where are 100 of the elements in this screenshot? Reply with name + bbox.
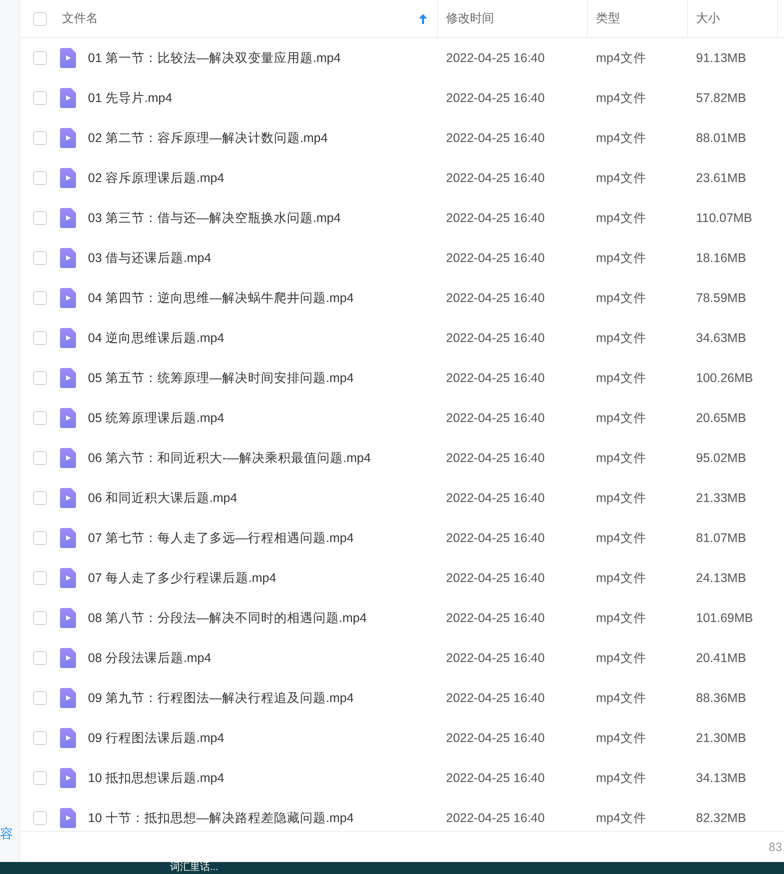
row-checkbox[interactable]: [33, 811, 47, 825]
file-size: 110.07MB: [696, 211, 752, 225]
video-file-icon: [60, 768, 76, 788]
modified-time: 2022-04-25 16:40: [446, 451, 545, 465]
file-type: mp4文件: [596, 690, 646, 706]
row-checkbox[interactable]: [33, 371, 47, 385]
video-file-icon: [60, 128, 76, 148]
file-type: mp4文件: [596, 250, 646, 266]
row-checkbox[interactable]: [33, 691, 47, 705]
file-name[interactable]: 03 第三节：借与还—解决空瓶换水问题.mp4: [88, 210, 341, 226]
row-checkbox[interactable]: [33, 331, 47, 345]
modified-time: 2022-04-25 16:40: [446, 51, 545, 65]
file-type: mp4文件: [596, 210, 646, 226]
file-name[interactable]: 01 第一节：比较法—解决双变量应用题.mp4: [88, 50, 341, 66]
modified-time: 2022-04-25 16:40: [446, 411, 545, 425]
video-file-icon: [60, 808, 76, 828]
modified-time: 2022-04-25 16:40: [446, 531, 545, 545]
file-name[interactable]: 09 第九节：行程图法—解决行程追及问题.mp4: [88, 690, 354, 706]
file-type: mp4文件: [596, 650, 646, 666]
video-file-icon: [60, 688, 76, 708]
video-file-icon: [60, 608, 76, 628]
row-checkbox[interactable]: [33, 251, 47, 265]
file-size: 88.36MB: [696, 691, 746, 705]
file-size: 21.30MB: [696, 731, 746, 745]
row-checkbox[interactable]: [33, 731, 47, 745]
row-checkbox[interactable]: [33, 611, 47, 625]
file-name[interactable]: 07 第七节：每人走了多远—行程相遇问题.mp4: [88, 530, 354, 546]
row-checkbox[interactable]: [33, 211, 47, 225]
column-header[interactable]: 大小: [696, 10, 777, 27]
file-name[interactable]: 02 第二节：容斥原理—解决计数问题.mp4: [88, 130, 328, 146]
row-checkbox[interactable]: [33, 651, 47, 665]
file-size: 34.13MB: [696, 771, 746, 785]
modified-time: 2022-04-25 16:40: [446, 211, 545, 225]
modified-time: 2022-04-25 16:40: [446, 771, 545, 785]
video-file-icon: [60, 208, 76, 228]
column-header[interactable]: 修改时间: [446, 10, 587, 27]
row-checkbox[interactable]: [33, 51, 47, 65]
file-name[interactable]: 02 容斥原理课后题.mp4: [88, 170, 224, 186]
row-checkbox[interactable]: [33, 531, 47, 545]
file-type: mp4文件: [596, 610, 646, 626]
file-size: 101.69MB: [696, 611, 753, 625]
file-type: mp4文件: [596, 730, 646, 746]
modified-time: 2022-04-25 16:40: [446, 91, 545, 105]
file-size: 34.63MB: [696, 331, 746, 345]
file-name[interactable]: 08 第八节：分段法—解决不同时的相遇问题.mp4: [88, 610, 367, 626]
file-name[interactable]: 06 第六节：和同近积大-—解决乘积最值问题.mp4: [88, 450, 371, 466]
modified-time: 2022-04-25 16:40: [446, 371, 545, 385]
modified-time: 2022-04-25 16:40: [446, 651, 545, 665]
video-file-icon: [60, 48, 76, 68]
column-header[interactable]: 类型: [596, 10, 687, 27]
file-type: mp4文件: [596, 370, 646, 386]
file-name[interactable]: 04 逆向思维课后题.mp4: [88, 330, 224, 346]
file-type: mp4文件: [596, 170, 646, 186]
file-name[interactable]: 06 和同近积大课后题.mp4: [88, 490, 238, 506]
row-checkbox[interactable]: [33, 451, 47, 465]
file-size: 88.01MB: [696, 131, 746, 145]
file-size: 95.02MB: [696, 451, 746, 465]
video-file-icon: [60, 728, 76, 748]
file-name[interactable]: 05 统筹原理课后题.mp4: [88, 410, 224, 426]
file-name[interactable]: 04 第四节：逆向思维—解决蜗牛爬井问题.mp4: [88, 290, 354, 306]
video-file-icon: [60, 488, 76, 508]
file-name[interactable]: 03 借与还课后题.mp4: [88, 250, 212, 266]
file-size: 57.82MB: [696, 91, 746, 105]
modified-time: 2022-04-25 16:40: [446, 331, 545, 345]
file-name[interactable]: 05 第五节：统筹原理—解决时间安排问题.mp4: [88, 370, 354, 386]
file-name[interactable]: 10 抵扣思想课后题.mp4: [88, 770, 224, 786]
row-checkbox[interactable]: [33, 131, 47, 145]
file-size: 18.16MB: [696, 251, 746, 265]
file-size: 82.32MB: [696, 811, 746, 825]
select-all-checkbox[interactable]: [33, 12, 47, 26]
file-name[interactable]: 01 先导片.mp4: [88, 90, 172, 106]
video-file-icon: [60, 408, 76, 428]
file-type: mp4文件: [596, 90, 646, 106]
modified-time: 2022-04-25 16:40: [446, 571, 545, 585]
file-name[interactable]: 08 分段法课后题.mp4: [88, 650, 212, 666]
column-header[interactable]: 文件名: [62, 10, 419, 27]
row-checkbox[interactable]: [33, 171, 47, 185]
row-checkbox[interactable]: [33, 91, 47, 105]
file-type: mp4文件: [596, 490, 646, 506]
file-type: mp4文件: [596, 50, 646, 66]
video-file-icon: [60, 288, 76, 308]
row-checkbox[interactable]: [33, 571, 47, 585]
file-size: 20.41MB: [696, 651, 746, 665]
file-type: mp4文件: [596, 810, 646, 826]
row-checkbox[interactable]: [33, 291, 47, 305]
file-name[interactable]: 07 每人走了多少行程课后题.mp4: [88, 570, 276, 586]
taskbar-text: 词汇里话...: [170, 862, 218, 874]
video-file-icon: [60, 248, 76, 268]
file-type: mp4文件: [596, 530, 646, 546]
file-size: 100.26MB: [696, 371, 753, 385]
row-checkbox[interactable]: [33, 771, 47, 785]
modified-time: 2022-04-25 16:40: [446, 251, 545, 265]
row-checkbox[interactable]: [33, 411, 47, 425]
row-checkbox[interactable]: [33, 491, 47, 505]
file-size: 91.13MB: [696, 51, 746, 65]
file-type: mp4文件: [596, 570, 646, 586]
file-name[interactable]: 10 十节：抵扣思想—解决路程差隐藏问题.mp4: [88, 810, 354, 826]
file-name[interactable]: 09 行程图法课后题.mp4: [88, 730, 224, 746]
video-file-icon: [60, 528, 76, 548]
sort-ascending-icon[interactable]: [419, 14, 427, 24]
